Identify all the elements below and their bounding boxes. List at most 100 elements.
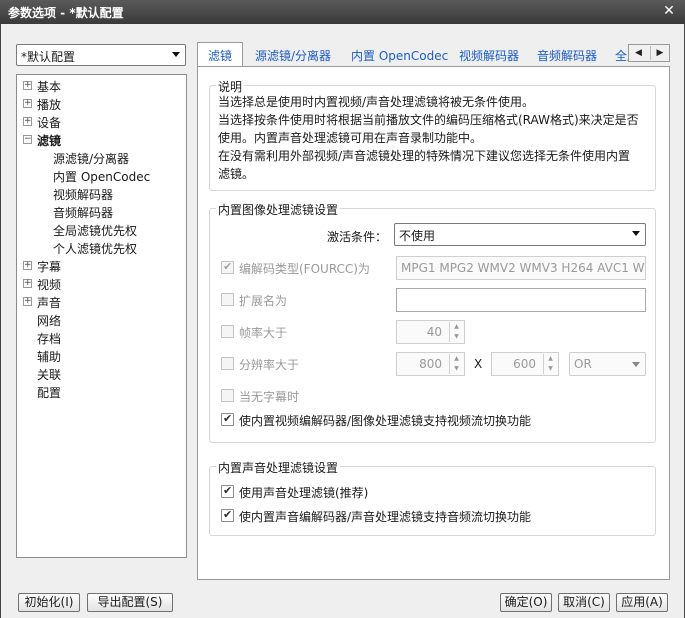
description-line: 滤镜。 — [218, 167, 255, 181]
audio-stream-switch-checkbox[interactable] — [221, 508, 234, 522]
expand-icon[interactable]: + — [23, 81, 32, 90]
chevron-down-icon — [632, 362, 640, 367]
tree-item[interactable]: 音频解码器 — [17, 203, 177, 221]
no-subtitle-row[interactable]: 当无字幕时 — [221, 389, 391, 405]
tree-item-label: 辅助 — [37, 350, 62, 364]
codec-type-value: MPG1 MPG2 WMV2 WMV3 H264 AVC1 WVC1 — [401, 261, 646, 275]
tab[interactable]: 滤镜 — [197, 42, 244, 66]
expand-icon[interactable]: + — [23, 279, 32, 288]
tab[interactable]: 内置 OpenCodec — [351, 45, 448, 65]
export-config-button[interactable]: 导出配置(S) — [87, 593, 173, 612]
use-audio-filter-row[interactable]: 使用声音处理滤镜(推荐) — [221, 484, 641, 501]
tree-item-label: 滤镜 — [37, 134, 62, 148]
resolution-height-spin[interactable]: ▲ ▼ — [543, 354, 557, 374]
description-group: 说明 当选择总是使用时内置视频/声音处理滤镜将被无条件使用。 当选择按条件使用时… — [209, 78, 656, 191]
tree-item[interactable]: 关联 — [17, 365, 177, 383]
tree-item-label: 个人滤镜优先权 — [53, 242, 138, 256]
tree-item[interactable]: 网络 — [17, 311, 177, 329]
video-filter-group: 内置图像处理滤镜设置 激活条件： 不使用 编解码类型(FOURCC)为 MPG1… — [209, 201, 656, 443]
expand-icon[interactable]: + — [23, 261, 32, 270]
tree-item-label: 内置 OpenCodec — [53, 170, 151, 184]
cancel-button[interactable]: 取消(C) — [558, 593, 610, 612]
framerate-checkbox[interactable] — [221, 325, 234, 338]
resolution-width-stepper[interactable]: 800 ▲ ▼ — [396, 352, 465, 376]
tree-item[interactable]: 全局滤镜优先权 — [17, 221, 177, 239]
video-stream-switch-row[interactable]: 使内置视频编解码器/图像处理滤镜支持视频流切换功能 — [221, 412, 641, 429]
filter-settings-panel: 说明 当选择总是使用时内置视频/声音处理滤镜将被无条件使用。 当选择按条件使用时… — [197, 66, 670, 580]
tab[interactable]: 音频解码器 — [537, 45, 597, 65]
tab[interactable]: 视频解码器 — [459, 45, 519, 65]
tab[interactable]: 源滤镜/分离器 — [255, 45, 331, 65]
tree-item[interactable]: 内置 OpenCodec — [17, 167, 177, 185]
framerate-stepper[interactable]: 40 ▲ ▼ — [396, 320, 465, 344]
resolution-op-value: OR — [574, 357, 592, 371]
resolution-height-stepper[interactable]: 600 ▲ ▼ — [491, 352, 559, 376]
tree-item-label: 设备 — [37, 116, 62, 130]
close-button[interactable]: ✕ — [659, 3, 679, 20]
no-subtitle-checkbox[interactable] — [221, 389, 234, 402]
spin-up-icon[interactable]: ▲ — [450, 354, 463, 364]
tree-item[interactable]: 个人滤镜优先权 — [17, 239, 177, 257]
ok-button[interactable]: 确定(O) — [500, 593, 552, 612]
tree-item[interactable]: − 滤镜 — [17, 131, 177, 149]
codec-type-checkbox[interactable] — [221, 260, 234, 274]
init-button[interactable]: 初始化(I) — [18, 593, 80, 612]
tree-item[interactable]: 存档 — [17, 329, 177, 347]
spin-up-icon[interactable]: ▲ — [450, 322, 463, 332]
tree-item-label: 音频解码器 — [53, 206, 114, 220]
tree-item[interactable]: + 播放 — [17, 95, 177, 113]
extension-row[interactable]: 扩展名为 — [221, 293, 391, 309]
collapse-icon[interactable]: − — [23, 135, 32, 144]
resolution-op-dropdown[interactable]: OR — [569, 352, 646, 376]
tree-item[interactable]: + 字幕 — [17, 257, 177, 275]
description-legend: 说明 — [216, 78, 245, 95]
spin-down-icon[interactable]: ▼ — [544, 364, 557, 374]
expand-icon[interactable]: + — [23, 117, 32, 126]
spin-down-icon[interactable]: ▼ — [450, 364, 463, 374]
framerate-row[interactable]: 帧率大于 — [221, 325, 391, 341]
resolution-row[interactable]: 分辨率大于 — [221, 357, 391, 373]
resolution-separator: X — [474, 357, 483, 371]
tree-item[interactable]: 视频解码器 — [17, 185, 177, 203]
use-audio-filter-checkbox[interactable] — [221, 484, 234, 498]
activation-value: 不使用 — [399, 229, 436, 243]
video-stream-switch-checkbox[interactable] — [221, 412, 234, 426]
audio-filter-legend: 内置声音处理滤镜设置 — [216, 459, 341, 476]
framerate-spin[interactable]: ▲ ▼ — [449, 322, 463, 342]
resolution-width-spin[interactable]: ▲ ▼ — [449, 354, 463, 374]
tree-item[interactable]: 辅助 — [17, 347, 177, 365]
tree-item-label: 基本 — [37, 80, 62, 94]
preferences-window: 参数选项 - *默认配置 ✕ *默认配置 + 基本 + 播放 + 设备 − 滤镜 源滤镜/分离器… — [0, 0, 685, 618]
chevron-down-icon — [632, 231, 640, 236]
title-bar[interactable]: 参数选项 - *默认配置 ✕ — [0, 0, 685, 24]
spin-down-icon[interactable]: ▼ — [450, 332, 463, 342]
dialog-body: *默认配置 + 基本 + 播放 + 设备 − 滤镜 源滤镜/分离器 内置 OpenCodec 视频解… — [0, 24, 685, 618]
tree-item[interactable]: + 基本 — [17, 77, 177, 95]
scroll-left-icon[interactable]: ◀ — [629, 46, 648, 60]
expand-icon[interactable]: + — [23, 99, 32, 108]
tree-item[interactable]: 源滤镜/分离器 — [17, 149, 177, 167]
tree-item-label: 网络 — [37, 314, 62, 328]
codec-type-field[interactable]: MPG1 MPG2 WMV2 WMV3 H264 AVC1 WVC1 — [396, 256, 646, 280]
audio-stream-switch-row[interactable]: 使内置声音编解码器/声音处理滤镜支持音频流切换功能 — [221, 508, 641, 525]
resolution-checkbox[interactable] — [221, 357, 234, 370]
resolution-width-value: 800 — [419, 357, 442, 371]
tree-item-label: 声音 — [37, 296, 62, 310]
tree-item[interactable]: + 视频 — [17, 275, 177, 293]
tree-item[interactable]: 配置 — [17, 383, 177, 401]
codec-type-row[interactable]: 编解码类型(FOURCC)为 — [221, 260, 391, 277]
tree-item[interactable]: + 设备 — [17, 113, 177, 131]
tree-item[interactable]: + 声音 — [17, 293, 177, 311]
apply-button[interactable]: 应用(A) — [616, 593, 668, 612]
spin-up-icon[interactable]: ▲ — [544, 354, 557, 364]
extension-field[interactable] — [396, 288, 646, 312]
use-audio-filter-label: 使用声音处理滤镜(推荐) — [239, 486, 369, 500]
activation-label: 激活条件： — [327, 230, 388, 244]
framerate-value: 40 — [426, 325, 442, 339]
expand-icon[interactable]: + — [23, 297, 32, 306]
profile-dropdown[interactable]: *默认配置 — [16, 44, 186, 66]
description-line: 使用。内置声音处理滤镜可用在声音录制功能中。 — [218, 131, 483, 145]
extension-checkbox[interactable] — [221, 293, 234, 306]
scroll-right-icon[interactable]: ▶ — [650, 46, 669, 60]
activation-dropdown[interactable]: 不使用 — [394, 223, 646, 246]
